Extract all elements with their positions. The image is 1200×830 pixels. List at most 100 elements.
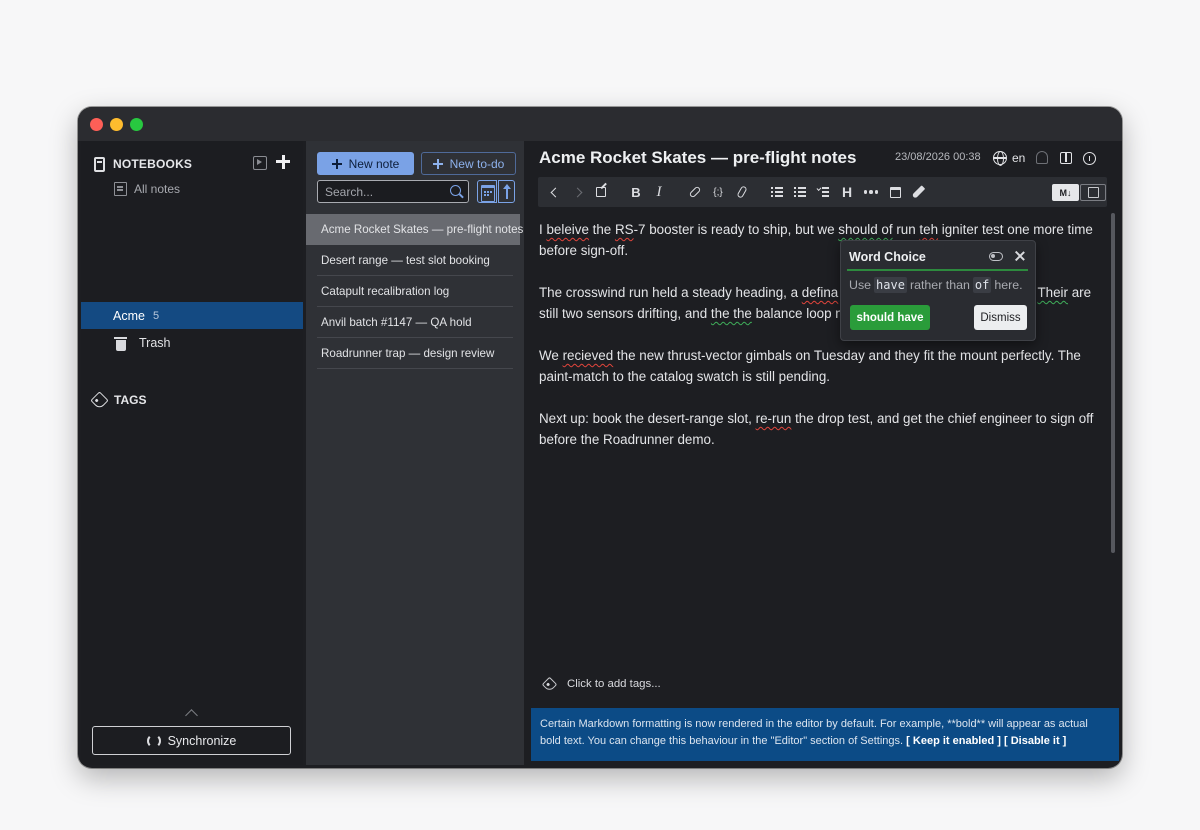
- notebooks-header[interactable]: NOTEBOOKS: [94, 155, 192, 173]
- back-button[interactable]: [546, 177, 564, 207]
- search-input[interactable]: [317, 180, 469, 203]
- globe-icon[interactable]: [993, 151, 1007, 166]
- minimize-window-button[interactable]: [110, 118, 123, 131]
- toggle-sidebar-icon[interactable]: [253, 156, 267, 170]
- paragraph: We recieved the new thrust-vector gimbal…: [539, 348, 1081, 384]
- bold-button[interactable]: B: [628, 177, 644, 207]
- add-tags-button[interactable]: Click to add tags...: [541, 676, 661, 692]
- editor-scrollbar[interactable]: [1111, 213, 1115, 553]
- sidebar: NOTEBOOKS All notes Acme 5 Trash TAGS Sy…: [81, 141, 303, 765]
- open-external-button[interactable]: [592, 177, 610, 207]
- chevron-up-icon[interactable]: [185, 709, 198, 722]
- note-list-item[interactable]: Catapult recalibration log: [306, 276, 524, 307]
- misspelled-word[interactable]: defina: [802, 285, 838, 300]
- app-window: NOTEBOOKS All notes Acme 5 Trash TAGS Sy…: [78, 107, 1122, 768]
- popup-divider: [847, 269, 1028, 271]
- numbered-list-icon: [794, 187, 806, 197]
- sidebar-item-acme[interactable]: Acme 5: [81, 302, 303, 329]
- grammar-issue[interactable]: the the: [711, 306, 752, 321]
- sort-direction-button[interactable]: [498, 180, 515, 203]
- rich-text-editor-toggle[interactable]: [1080, 184, 1106, 201]
- chevron-left-icon: [550, 187, 560, 197]
- maximize-window-button[interactable]: [130, 118, 143, 131]
- more-dots-icon: [863, 190, 879, 194]
- note-list: Acme Rocket Skates — pre-flight notes De…: [306, 214, 524, 369]
- sort-by-date-button[interactable]: [477, 180, 497, 203]
- pen-icon: [911, 185, 925, 199]
- apply-suggestion-button[interactable]: should have: [850, 305, 930, 330]
- markdown-editor-toggle[interactable]: M↓: [1052, 184, 1079, 201]
- note-list-item[interactable]: Desert range — test slot booking: [306, 245, 524, 276]
- alarm-icon[interactable]: [1036, 151, 1048, 164]
- grammar-issue[interactable]: Their: [1037, 285, 1068, 300]
- disable-link[interactable]: [ Disable it ]: [1004, 735, 1066, 747]
- notebook-name: Acme: [113, 308, 145, 323]
- dismiss-button[interactable]: Dismiss: [974, 305, 1027, 330]
- heading-button[interactable]: H: [839, 177, 855, 207]
- layout-toggle-icon[interactable]: [1060, 152, 1072, 164]
- italic-button[interactable]: I: [651, 177, 667, 207]
- toggle-rule-icon[interactable]: [989, 252, 1003, 261]
- attach-button[interactable]: [733, 177, 751, 207]
- insert-time-button[interactable]: [886, 177, 904, 207]
- info-icon[interactable]: [1083, 152, 1096, 165]
- link-button[interactable]: [686, 177, 704, 207]
- note-date[interactable]: 23/08/2026 00:38: [895, 151, 981, 163]
- close-icon[interactable]: [1014, 250, 1026, 262]
- misspelled-word[interactable]: re-run: [756, 411, 792, 426]
- note-list-item[interactable]: Roadrunner trap — design review: [306, 338, 524, 369]
- keep-enabled-link[interactable]: [ Keep it enabled ]: [906, 735, 1001, 747]
- calendar-icon: [889, 186, 901, 198]
- spellcheck-language[interactable]: en: [1012, 151, 1025, 165]
- grammar-issue[interactable]: should of: [838, 222, 892, 237]
- bullet-list-icon: [771, 187, 783, 197]
- numbered-list-button[interactable]: [791, 177, 809, 207]
- new-todo-button[interactable]: New to-do: [421, 152, 516, 175]
- editor-panel: Acme Rocket Skates — pre-flight notes 23…: [527, 141, 1119, 765]
- paragraph: Next up: book the desert-range slot, re-…: [539, 411, 1094, 447]
- code-button[interactable]: {;}: [709, 177, 727, 207]
- all-notes-icon: [114, 182, 127, 196]
- note-list-item[interactable]: Acme Rocket Skates — pre-flight notes: [306, 214, 523, 245]
- note-title[interactable]: Acme Rocket Skates — pre-flight notes: [539, 148, 856, 168]
- misspelled-word[interactable]: RS: [615, 222, 634, 237]
- add-notebook-icon[interactable]: [274, 152, 294, 172]
- notebooks-header-label: NOTEBOOKS: [113, 157, 193, 171]
- paperclip-icon: [736, 185, 748, 199]
- misspelled-word[interactable]: beleive: [546, 222, 588, 237]
- edit-icon: [1087, 187, 1099, 198]
- editor-toolbar: B I {;} H M↓: [538, 177, 1107, 207]
- note-list-item[interactable]: Anvil batch #1147 — QA hold: [306, 307, 524, 338]
- checklist-button[interactable]: [814, 177, 832, 207]
- tag-icon: [541, 676, 558, 692]
- notebook-icon: [94, 156, 105, 172]
- sidebar-item-label: All notes: [134, 182, 181, 196]
- search-icon[interactable]: [450, 185, 461, 196]
- forward-button[interactable]: [568, 177, 586, 207]
- link-icon: [688, 185, 702, 199]
- notebook-note-count: 5: [152, 309, 160, 322]
- external-link-icon: [596, 187, 606, 197]
- bullet-list-button[interactable]: [768, 177, 786, 207]
- new-note-label: New note: [348, 156, 400, 171]
- tags-header[interactable]: TAGS: [90, 390, 147, 410]
- sidebar-item-all-notes[interactable]: All notes: [114, 179, 180, 199]
- synchronize-button[interactable]: Synchronize: [92, 726, 291, 755]
- new-todo-label: New to-do: [449, 156, 505, 171]
- misspelled-word[interactable]: teh: [919, 222, 938, 237]
- plus-icon: [432, 158, 443, 169]
- tag-icon: [90, 390, 109, 410]
- close-window-button[interactable]: [90, 118, 103, 131]
- add-tags-label: Click to add tags...: [567, 678, 661, 690]
- spellcheck-button[interactable]: [909, 177, 927, 207]
- new-note-button[interactable]: New note: [317, 152, 414, 175]
- misspelled-word[interactable]: recieved: [563, 348, 614, 363]
- sidebar-item-trash[interactable]: Trash: [114, 333, 171, 353]
- plus-icon: [331, 158, 342, 169]
- synchronize-label: Synchronize: [167, 733, 237, 748]
- more-button[interactable]: [861, 177, 881, 207]
- checklist-icon: [817, 187, 829, 197]
- tags-header-label: TAGS: [114, 393, 147, 407]
- note-list-panel: New note New to-do Acme Rocket Skates — …: [306, 141, 524, 765]
- sync-icon: [146, 733, 161, 748]
